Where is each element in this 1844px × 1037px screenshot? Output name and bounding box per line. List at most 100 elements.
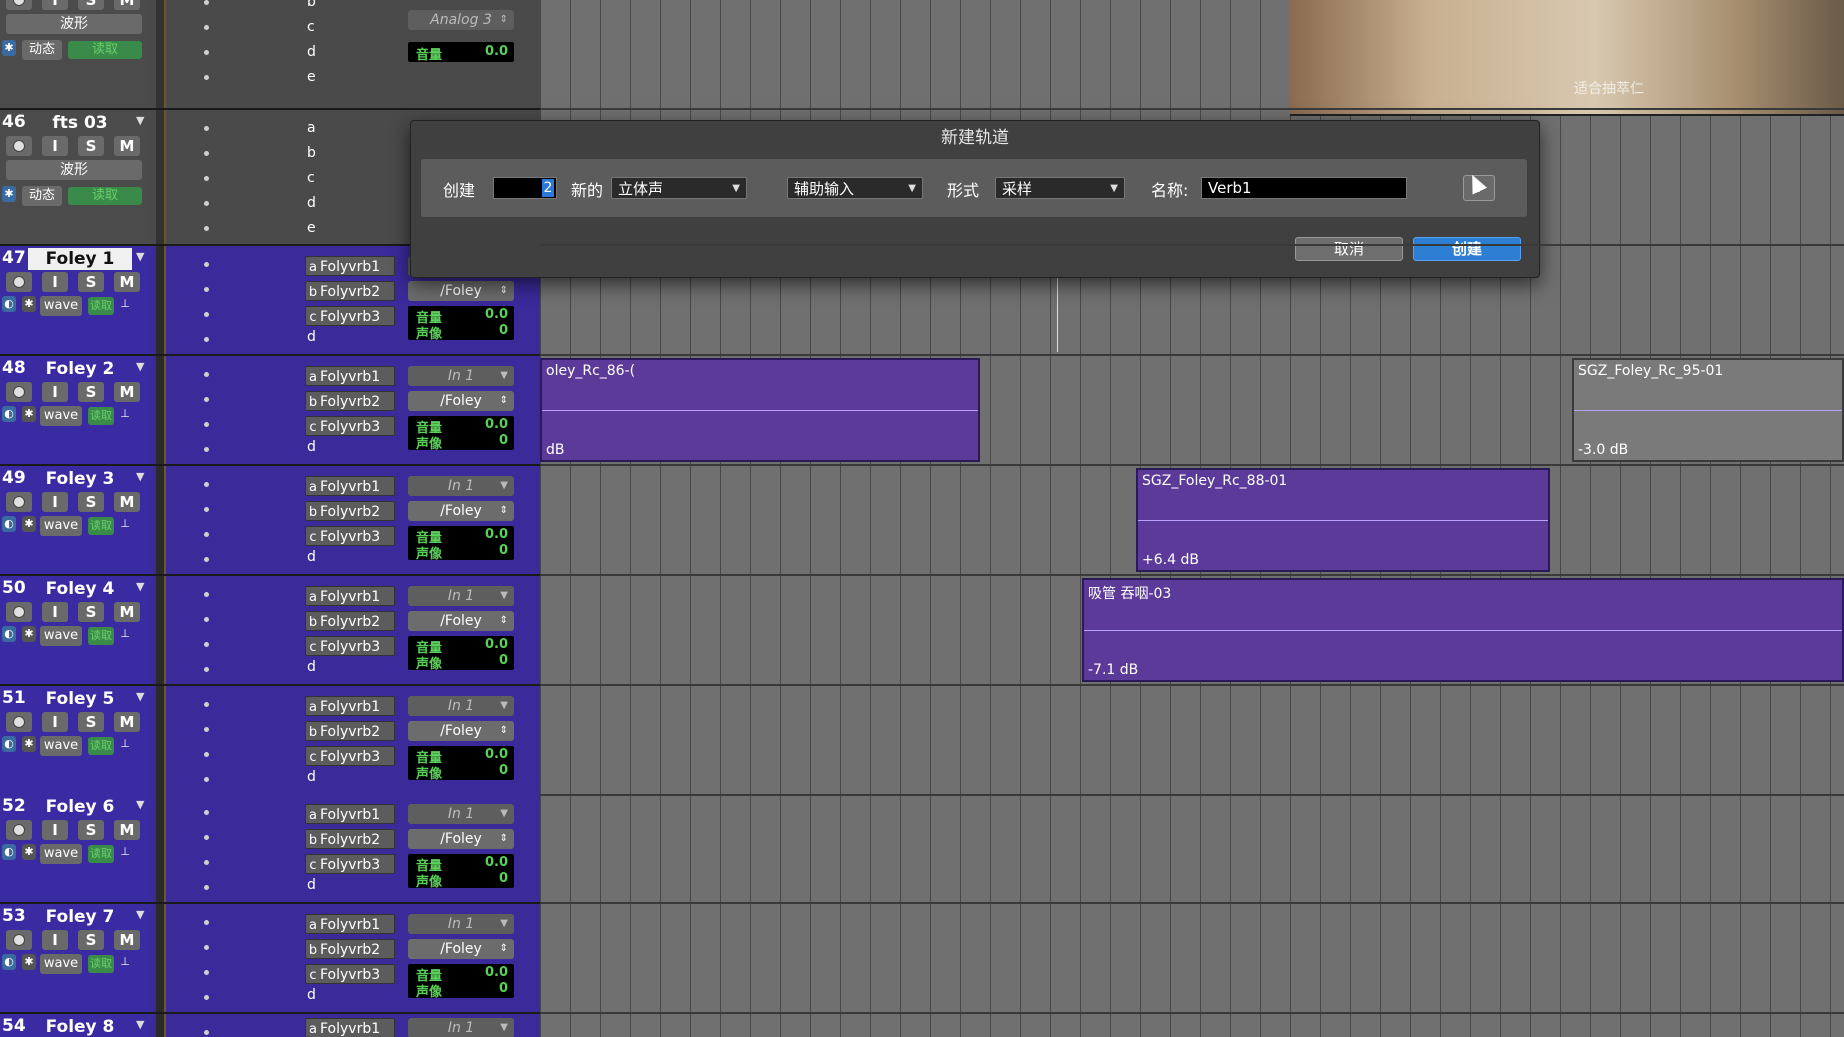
chevron-down-icon[interactable]: ▼ <box>136 1018 144 1031</box>
insert-slot-dot[interactable] <box>204 126 209 131</box>
solo-button[interactable]: S <box>78 272 104 292</box>
track-view-select[interactable]: wave <box>40 516 82 536</box>
insert-slot-dot[interactable] <box>204 422 209 427</box>
track-header[interactable]: 53 Foley 7 ▼ I S M ◐ ✱ wave 读取 ⊥ a Folyvrb1 b Folyvrb2… <box>0 904 540 1014</box>
mute-button[interactable]: M <box>114 492 140 512</box>
record-enable-button[interactable] <box>6 0 32 10</box>
send-slot[interactable]: c Folyvrb3 <box>305 636 395 656</box>
mute-button[interactable]: M <box>114 712 140 732</box>
output-selector[interactable]: /Foley ⇕ <box>408 829 514 849</box>
automation-read-button[interactable]: 读取 <box>88 297 114 315</box>
send-slot[interactable]: aFolyvrb1 <box>305 914 395 934</box>
clip-gain[interactable]: -7.1 dB <box>1088 662 1138 678</box>
chevron-down-icon[interactable]: ▼ <box>136 690 144 703</box>
input-monitor-button[interactable]: I <box>42 382 68 402</box>
input-selector[interactable]: In 1 ▼ <box>408 586 514 606</box>
output-selector[interactable]: /Foley ⇕ <box>408 721 514 741</box>
chevron-down-icon[interactable]: ▼ <box>136 250 144 263</box>
automation-read-button[interactable]: 读取 <box>88 407 114 425</box>
insert-slot-dot[interactable] <box>204 151 209 156</box>
input-monitor-button[interactable]: I <box>42 712 68 732</box>
mute-button[interactable]: M <box>114 0 140 10</box>
solo-button[interactable]: S <box>78 0 104 10</box>
track-name[interactable]: Foley 7 <box>28 906 132 928</box>
track-view-select[interactable]: 波形 <box>6 160 142 180</box>
mute-button[interactable]: M <box>114 382 140 402</box>
chevron-down-icon[interactable]: ▼ <box>136 580 144 593</box>
mute-button[interactable]: M <box>114 136 140 156</box>
output-selector[interactable]: /Foley ⇕ <box>408 501 514 521</box>
volume-pan-display[interactable]: 音量 0.0 声像 0 <box>408 746 514 782</box>
insert-slot-dot[interactable] <box>204 397 209 402</box>
insert-slot-dot[interactable] <box>204 50 209 55</box>
pan-value[interactable]: 0 <box>499 981 508 996</box>
pan-value[interactable]: 0 <box>499 871 508 886</box>
insert-slot-dot[interactable] <box>204 860 209 865</box>
track-count-input[interactable]: 2 <box>493 177 557 199</box>
track-name[interactable]: Foley 1 <box>28 248 132 270</box>
automation-read-button[interactable]: 读取 <box>88 845 114 863</box>
cancel-button[interactable]: 取消 <box>1295 237 1403 261</box>
track-view-select[interactable]: 波形 <box>6 14 142 34</box>
channel-format-select[interactable]: 立体声 ▼ <box>611 177 747 199</box>
automation-icon[interactable]: ✱ <box>2 40 16 56</box>
chevron-down-icon[interactable]: ▼ <box>136 908 144 921</box>
send-slot[interactable]: aFolyvrb1 <box>305 804 395 824</box>
send-slot[interactable]: c Folyvrb3 <box>305 306 395 326</box>
send-slot[interactable]: b Folyvrb2 <box>305 721 395 741</box>
send-slot[interactable]: c Folyvrb3 <box>305 416 395 436</box>
track-header[interactable]: 52 Foley 6 ▼ I S M ◐ ✱ wave 读取 ⊥ a Folyvrb1 b Folyvrb2… <box>0 794 540 904</box>
input-monitor-button[interactable]: I <box>42 820 68 840</box>
send-slot[interactable]: aFolyvrb1 <box>305 366 395 386</box>
insert-slot-dot[interactable] <box>204 226 209 231</box>
chevron-down-icon[interactable]: ▼ <box>136 798 144 811</box>
insert-slot-dot[interactable] <box>204 642 209 647</box>
insert-slot-dot[interactable] <box>204 617 209 622</box>
clip-gain[interactable]: +6.4 dB <box>1142 552 1199 568</box>
mute-button[interactable]: M <box>114 272 140 292</box>
record-enable-button[interactable] <box>6 930 32 950</box>
insert-slot-dot[interactable] <box>204 532 209 537</box>
solo-button[interactable]: S <box>78 712 104 732</box>
send-slot[interactable]: b Folyvrb2 <box>305 939 395 959</box>
insert-slot-dot[interactable] <box>204 970 209 975</box>
solo-button[interactable]: S <box>78 136 104 156</box>
track-view-select[interactable]: wave <box>40 626 82 646</box>
insert-slot-dot[interactable] <box>204 372 209 377</box>
solo-button[interactable]: S <box>78 820 104 840</box>
send-slot[interactable]: aFolyvrb1 <box>305 696 395 716</box>
solo-button[interactable]: S <box>78 382 104 402</box>
track-view-select[interactable]: wave <box>40 954 82 974</box>
automation-read-button[interactable]: 读取 <box>88 737 114 755</box>
volume-value[interactable]: 0.0 <box>485 527 508 542</box>
output-selector[interactable]: /Foley ⇕ <box>408 611 514 631</box>
send-slot[interactable]: b Folyvrb2 <box>305 391 395 411</box>
input-selector[interactable]: In 1 ▼ <box>408 804 514 824</box>
create-button[interactable]: 创建 <box>1413 237 1521 261</box>
record-enable-button[interactable] <box>6 382 32 402</box>
automation-icon[interactable]: ✱ <box>22 626 36 642</box>
volume-value[interactable]: 0.0 <box>485 417 508 432</box>
volume-value[interactable]: 0.0 <box>485 44 508 59</box>
output-selector[interactable]: /Foley ⇕ <box>408 281 514 301</box>
send-slot[interactable]: b Folyvrb2 <box>305 829 395 849</box>
insert-slot-dot[interactable] <box>204 885 209 890</box>
output-selector[interactable]: /Foley ⇕ <box>408 391 514 411</box>
track-header[interactable]: 49 Foley 3 ▼ I S M ◐ ✱ wave 读取 ⊥ a Folyvrb1 b Folyvrb2… <box>0 466 540 576</box>
insert-slot-dot[interactable] <box>204 507 209 512</box>
insert-slot-dot[interactable] <box>204 702 209 707</box>
chevron-down-icon[interactable]: ▼ <box>136 114 144 127</box>
track-name[interactable]: Foley 4 <box>28 578 132 600</box>
record-enable-button[interactable] <box>6 602 32 622</box>
clip-gain[interactable]: dB <box>546 442 565 458</box>
chevron-down-icon[interactable]: ▼ <box>136 360 144 373</box>
send-slot[interactable]: c Folyvrb3 <box>305 526 395 546</box>
input-selector[interactable]: In 1 ▼ <box>408 366 514 386</box>
volume-value[interactable]: 0.0 <box>485 307 508 322</box>
insert-slot-dot[interactable] <box>204 727 209 732</box>
mute-button[interactable]: M <box>114 602 140 622</box>
volume-display[interactable]: 音量 0.0 <box>408 42 514 63</box>
insert-slot-dot[interactable] <box>204 752 209 757</box>
volume-pan-display[interactable]: 音量 0.0 声像 0 <box>408 854 514 890</box>
automation-icon[interactable]: ✱ <box>22 296 36 312</box>
